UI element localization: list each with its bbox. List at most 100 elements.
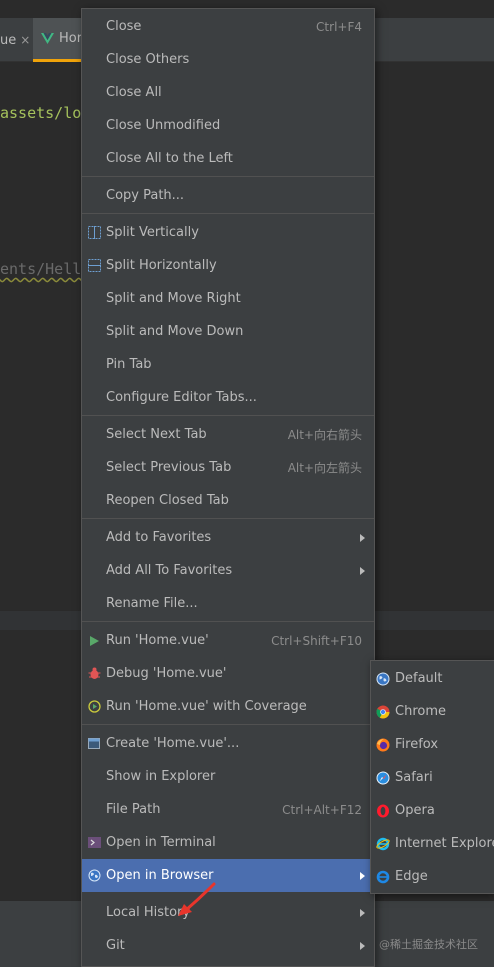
debug-icon — [87, 667, 101, 681]
opera-icon — [377, 804, 389, 817]
menu-item-label: Add All To Favorites — [106, 563, 233, 578]
menu-item-open-in-browser[interactable]: Open in Browser — [82, 859, 374, 892]
menu-item-file-path[interactable]: File Path Ctrl+Alt+F12 — [82, 793, 374, 826]
menu-item-split-move-right[interactable]: Split and Move Right — [82, 282, 374, 315]
menu-item-reopen-closed-tab[interactable]: Reopen Closed Tab — [82, 484, 374, 517]
globe-icon — [376, 672, 390, 685]
chrome-icon — [376, 705, 390, 718]
menu-item-shortcut: Ctrl+Alt+F12 — [282, 802, 362, 817]
menu-item-close-unmodified[interactable]: Close Unmodified — [82, 109, 374, 142]
browser-item-label: Chrome — [395, 704, 446, 719]
editor-tab-previous-label: ue — [0, 32, 17, 48]
menu-item-open-in-terminal[interactable]: Open in Terminal — [82, 826, 374, 859]
run-icon — [87, 634, 101, 648]
menu-item-label: Select Previous Tab — [106, 460, 232, 475]
menu-item-label: Debug 'Home.vue' — [106, 666, 227, 681]
menu-separator — [82, 213, 374, 214]
browser-item-label: Internet Explorer — [395, 836, 494, 851]
menu-item-label: Split Vertically — [106, 225, 199, 240]
menu-item-label: File Path — [106, 802, 161, 817]
menu-separator — [82, 724, 374, 725]
menu-item-shortcut: Alt+向左箭头 — [287, 461, 362, 475]
menu-item-label: Rename File... — [106, 596, 198, 611]
menu-item-label: Show in Explorer — [106, 769, 216, 784]
browser-item-internet-explorer[interactable]: Internet Explorer — [371, 827, 494, 860]
code-line: assets/lo — [0, 104, 82, 122]
split-vertically-icon — [87, 226, 101, 240]
firefox-icon — [376, 738, 390, 751]
split-horizontally-icon — [87, 259, 101, 273]
menu-item-label: Reopen Closed Tab — [106, 493, 229, 508]
annotation-arrow-icon — [178, 882, 216, 916]
edge-icon — [376, 870, 390, 883]
chevron-right-icon — [360, 941, 365, 950]
menu-item-split-horizontally[interactable]: Split Horizontally — [82, 249, 374, 282]
menu-item-shortcut: Ctrl+Shift+F10 — [271, 633, 362, 648]
browser-item-chrome[interactable]: Chrome — [371, 695, 494, 728]
menu-item-copy-path[interactable]: Copy Path... — [82, 179, 374, 212]
watermark: @稀土掘金技术社区 — [379, 938, 478, 951]
menu-item-select-previous-tab[interactable]: Select Previous Tab Alt+向左箭头 — [82, 451, 374, 484]
browser-item-firefox[interactable]: Firefox — [371, 728, 494, 761]
menu-item-label: Close Others — [106, 52, 190, 67]
menu-item-local-history[interactable]: Local History — [82, 896, 374, 929]
menu-item-label: Close Unmodified — [106, 118, 221, 133]
vue-icon — [41, 33, 54, 44]
menu-item-debug[interactable]: Debug 'Home.vue' — [82, 657, 374, 690]
menu-item-label: Run 'Home.vue' with Coverage — [106, 699, 307, 714]
menu-separator — [82, 518, 374, 519]
menu-item-label: Select Next Tab — [106, 427, 207, 442]
menu-separator — [82, 415, 374, 416]
menu-item-run-coverage[interactable]: Run 'Home.vue' with Coverage — [82, 690, 374, 723]
chevron-right-icon — [360, 908, 365, 917]
browser-submenu: Default Chrome Firefox Safari Opera Inte… — [370, 660, 494, 894]
chevron-right-icon — [360, 566, 365, 575]
terminal-icon — [87, 836, 101, 850]
menu-item-add-to-favorites[interactable]: Add to Favorites — [82, 521, 374, 554]
menu-item-close-all[interactable]: Close All — [82, 76, 374, 109]
menu-item-close-others[interactable]: Close Others — [82, 43, 374, 76]
menu-item-label: Configure Editor Tabs... — [106, 390, 257, 405]
menu-item-label: Open in Terminal — [106, 835, 216, 850]
editor-tab-previous[interactable]: ue × — [0, 18, 33, 62]
menu-item-git[interactable]: Git — [82, 929, 374, 962]
menu-item-create-configuration[interactable]: Create 'Home.vue'... — [82, 727, 374, 760]
menu-item-label: Split Horizontally — [106, 258, 217, 273]
menu-item-label: Close All — [106, 85, 162, 100]
menu-item-configure-tabs[interactable]: Configure Editor Tabs... — [82, 381, 374, 414]
menu-item-label: Copy Path... — [106, 188, 185, 203]
chevron-right-icon — [360, 533, 365, 542]
editor-tab-context-menu: Close Ctrl+F4 Close Others Close All Clo… — [81, 8, 375, 967]
menu-item-rename-file[interactable]: Rename File... — [82, 587, 374, 620]
globe-icon — [87, 869, 101, 883]
create-config-icon — [87, 737, 101, 751]
safari-icon — [376, 771, 390, 784]
menu-item-label: Run 'Home.vue' — [106, 633, 209, 648]
coverage-icon — [87, 700, 101, 714]
menu-item-label: Split and Move Right — [106, 291, 241, 306]
menu-item-show-in-explorer[interactable]: Show in Explorer — [82, 760, 374, 793]
menu-separator — [82, 176, 374, 177]
menu-item-select-next-tab[interactable]: Select Next Tab Alt+向右箭头 — [82, 418, 374, 451]
menu-item-pin-tab[interactable]: Pin Tab — [82, 348, 374, 381]
browser-item-label: Default — [395, 671, 443, 686]
menu-item-split-vertically[interactable]: Split Vertically — [82, 216, 374, 249]
browser-item-label: Opera — [395, 803, 435, 818]
menu-item-close-all-left[interactable]: Close All to the Left — [82, 142, 374, 175]
menu-item-add-all-to-favorites[interactable]: Add All To Favorites — [82, 554, 374, 587]
browser-item-opera[interactable]: Opera — [371, 794, 494, 827]
internet-explorer-icon — [376, 837, 390, 850]
browser-item-label: Edge — [395, 869, 428, 884]
close-icon[interactable]: × — [20, 33, 30, 47]
menu-item-run[interactable]: Run 'Home.vue' Ctrl+Shift+F10 — [82, 624, 374, 657]
menu-item-shortcut: Ctrl+F4 — [316, 19, 362, 34]
browser-item-default[interactable]: Default — [371, 662, 494, 695]
menu-item-split-move-down[interactable]: Split and Move Down — [82, 315, 374, 348]
menu-item-label: Close All to the Left — [106, 151, 233, 166]
browser-item-edge[interactable]: Edge — [371, 860, 494, 893]
menu-item-close[interactable]: Close Ctrl+F4 — [82, 10, 374, 43]
browser-item-label: Firefox — [395, 737, 439, 752]
chevron-right-icon — [360, 871, 365, 880]
browser-item-safari[interactable]: Safari — [371, 761, 494, 794]
menu-item-label: Split and Move Down — [106, 324, 244, 339]
